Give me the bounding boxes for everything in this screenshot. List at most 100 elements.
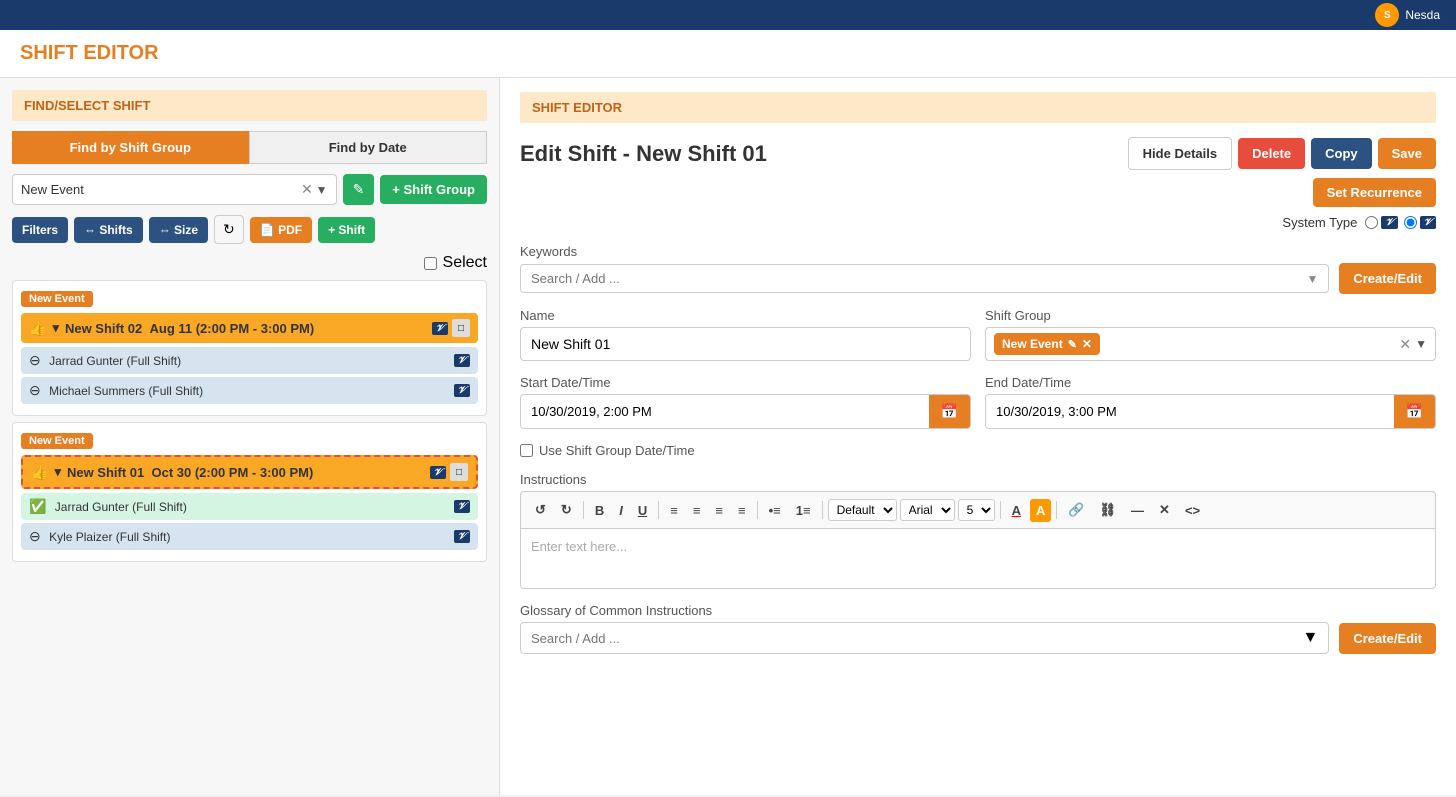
- use-shift-group-datetime-checkbox[interactable]: [520, 444, 533, 457]
- system-type-radio-1[interactable]: [1365, 216, 1378, 229]
- tab-find-by-date[interactable]: Find by Date: [249, 131, 488, 164]
- end-date-label: End Date/Time: [985, 375, 1436, 390]
- system-type-radio-2[interactable]: [1404, 216, 1417, 229]
- font-size-select[interactable]: 5: [958, 499, 995, 521]
- edit-header-buttons: Hide Details Delete Copy Save: [1128, 137, 1436, 170]
- toolbar-divider-5: [1000, 501, 1001, 519]
- shift-group-remove-icon[interactable]: ✕: [1082, 337, 1092, 351]
- start-calendar-button[interactable]: 📅: [929, 395, 970, 428]
- bg-color-button[interactable]: A: [1030, 499, 1051, 522]
- system-type-radios: 𝒱 𝒱: [1365, 216, 1436, 229]
- keywords-search-box[interactable]: ▼: [520, 264, 1329, 293]
- create-edit-glossary-button[interactable]: Create/Edit: [1339, 623, 1436, 654]
- hide-details-button[interactable]: Hide Details: [1128, 137, 1232, 170]
- left-panel-header: FIND/SELECT SHIFT: [12, 90, 487, 121]
- align-center-button[interactable]: ≡: [687, 499, 707, 522]
- align-left-button[interactable]: ≡: [664, 499, 684, 522]
- keywords-input[interactable]: [531, 271, 1306, 286]
- pdf-button[interactable]: 📄 PDF: [250, 217, 312, 243]
- sg-dropdown-button[interactable]: ▼: [1415, 337, 1427, 351]
- v-icon-1: 𝒱: [1381, 216, 1397, 229]
- list-ordered-button[interactable]: 1≡: [790, 499, 817, 522]
- shift-dropdown-1[interactable]: ▾: [52, 320, 59, 336]
- name-input[interactable]: [520, 327, 971, 361]
- main-layout: FIND/SELECT SHIFT Find by Shift Group Fi…: [0, 78, 1456, 795]
- shift-dropdown-2[interactable]: ▾: [54, 464, 61, 480]
- dropdown-arrow[interactable]: ▼: [316, 183, 328, 197]
- hr-button[interactable]: —: [1125, 499, 1150, 522]
- end-datetime-input[interactable]: [986, 396, 1394, 427]
- delete-button[interactable]: Delete: [1238, 138, 1305, 169]
- top-bar: S Nesda: [0, 0, 1456, 30]
- link-button[interactable]: 🔗: [1062, 498, 1090, 522]
- glossary-label: Glossary of Common Instructions: [520, 603, 1436, 618]
- save-button[interactable]: Save: [1378, 138, 1436, 169]
- align-right-button[interactable]: ≡: [709, 499, 729, 522]
- shift-row-2-info: 👍 ▾ New Shift 01 Oct 30 (2:00 PM - 3:00 …: [31, 464, 313, 481]
- refresh-button[interactable]: ↻: [214, 215, 244, 244]
- shift-group-box-1: New Event 👍 ▾ New Shift 02 Aug 11 (2:00 …: [12, 280, 487, 416]
- start-datetime-input[interactable]: [521, 396, 929, 427]
- undo-button[interactable]: ↺: [529, 498, 552, 522]
- select-row: New Event ✕ ▼ ✎ + Shift Group: [12, 174, 487, 205]
- edit-shift-group-button[interactable]: ✎: [343, 174, 375, 205]
- pdf-icon: 📄: [260, 223, 275, 237]
- tab-find-by-shift-group[interactable]: Find by Shift Group: [12, 131, 249, 164]
- v-badge-staff-2-2: 𝒱: [454, 530, 470, 543]
- list-bullet-button[interactable]: •≡: [763, 499, 787, 522]
- glossary-search-box[interactable]: ▼: [520, 622, 1329, 654]
- name-shiftgroup-row: Name Shift Group New Event ✎ ✕ ✕ ▼: [520, 308, 1436, 361]
- add-shift-group-button[interactable]: + Shift Group: [380, 175, 487, 204]
- shift-2-action-btn[interactable]: □: [450, 463, 468, 481]
- format-select[interactable]: Default: [828, 499, 897, 521]
- shift-row-2[interactable]: 👍 ▾ New Shift 01 Oct 30 (2:00 PM - 3:00 …: [21, 455, 478, 489]
- shift-group-edit-icon[interactable]: ✎: [1068, 338, 1077, 351]
- toolbar-divider-3: [757, 501, 758, 519]
- staff-row-2-1: ✅ Jarrad Gunter (Full Shift) 𝒱: [21, 493, 478, 520]
- user-info: S Nesda: [1375, 3, 1440, 27]
- v-badge-1: 𝒱: [432, 322, 448, 335]
- v-badge-2: 𝒱: [430, 466, 446, 479]
- glossary-input[interactable]: [531, 631, 1303, 646]
- shift-group-field: New Event ✎ ✕ ✕ ▼: [985, 327, 1436, 361]
- set-recurrence-button[interactable]: Set Recurrence: [1313, 178, 1436, 207]
- toolbar-divider-1: [583, 501, 584, 519]
- shift-group-tag-label: New Event: [1002, 337, 1063, 351]
- unlink-button[interactable]: ⛓: [1094, 498, 1123, 522]
- select-label: Select: [443, 254, 487, 272]
- italic-button[interactable]: I: [613, 499, 629, 522]
- align-justify-button[interactable]: ≡: [732, 499, 752, 522]
- minus-icon-1-1: ⊖: [29, 352, 41, 368]
- redo-button[interactable]: ↻: [555, 498, 578, 522]
- select-all-checkbox[interactable]: [424, 257, 437, 270]
- bold-button[interactable]: B: [589, 499, 610, 522]
- instructions-section: Instructions ↺ ↻ B I U ≡ ≡ ≡ ≡ •≡ 1≡ Def…: [520, 472, 1436, 589]
- use-shift-group-datetime-label: Use Shift Group Date/Time: [539, 443, 695, 458]
- end-calendar-button[interactable]: 📅: [1394, 395, 1435, 428]
- shift-row-1-info: 👍 ▾ New Shift 02 Aug 11 (2:00 PM - 3:00 …: [29, 320, 314, 337]
- clear-select-button[interactable]: ✕: [301, 181, 313, 198]
- instructions-editor[interactable]: Enter text here...: [520, 529, 1436, 589]
- shifts-button[interactable]: ⇔ Shifts: [74, 217, 143, 243]
- shift-group-value: New Event: [21, 182, 84, 197]
- staff-row-2-2: ⊖ Kyle Plaizer (Full Shift) 𝒱: [21, 523, 478, 550]
- clear-format-button[interactable]: ✕: [1153, 498, 1176, 522]
- shift-1-action-btn[interactable]: □: [452, 319, 470, 337]
- sg-clear-button[interactable]: ✕: [1399, 336, 1411, 353]
- filters-button[interactable]: Filters: [12, 217, 68, 243]
- create-edit-keywords-button[interactable]: Create/Edit: [1339, 263, 1436, 294]
- keywords-dropdown-arrow[interactable]: ▼: [1306, 272, 1318, 286]
- copy-button[interactable]: Copy: [1311, 138, 1372, 169]
- radio-item-1: 𝒱: [1365, 216, 1397, 229]
- shift-group-select[interactable]: New Event ✕ ▼: [12, 174, 337, 205]
- code-button[interactable]: <>: [1179, 499, 1206, 522]
- underline-button[interactable]: U: [632, 499, 653, 522]
- font-select[interactable]: Arial: [900, 499, 955, 521]
- add-shift-button[interactable]: + Shift: [318, 217, 375, 243]
- glossary-dropdown-arrow[interactable]: ▼: [1303, 629, 1319, 647]
- keywords-label: Keywords: [520, 244, 1436, 259]
- shift-row-1[interactable]: 👍 ▾ New Shift 02 Aug 11 (2:00 PM - 3:00 …: [21, 313, 478, 343]
- text-color-button[interactable]: A: [1006, 499, 1027, 522]
- size-button[interactable]: ⇔ Size: [149, 217, 208, 243]
- v-icon-2: 𝒱: [1420, 216, 1436, 229]
